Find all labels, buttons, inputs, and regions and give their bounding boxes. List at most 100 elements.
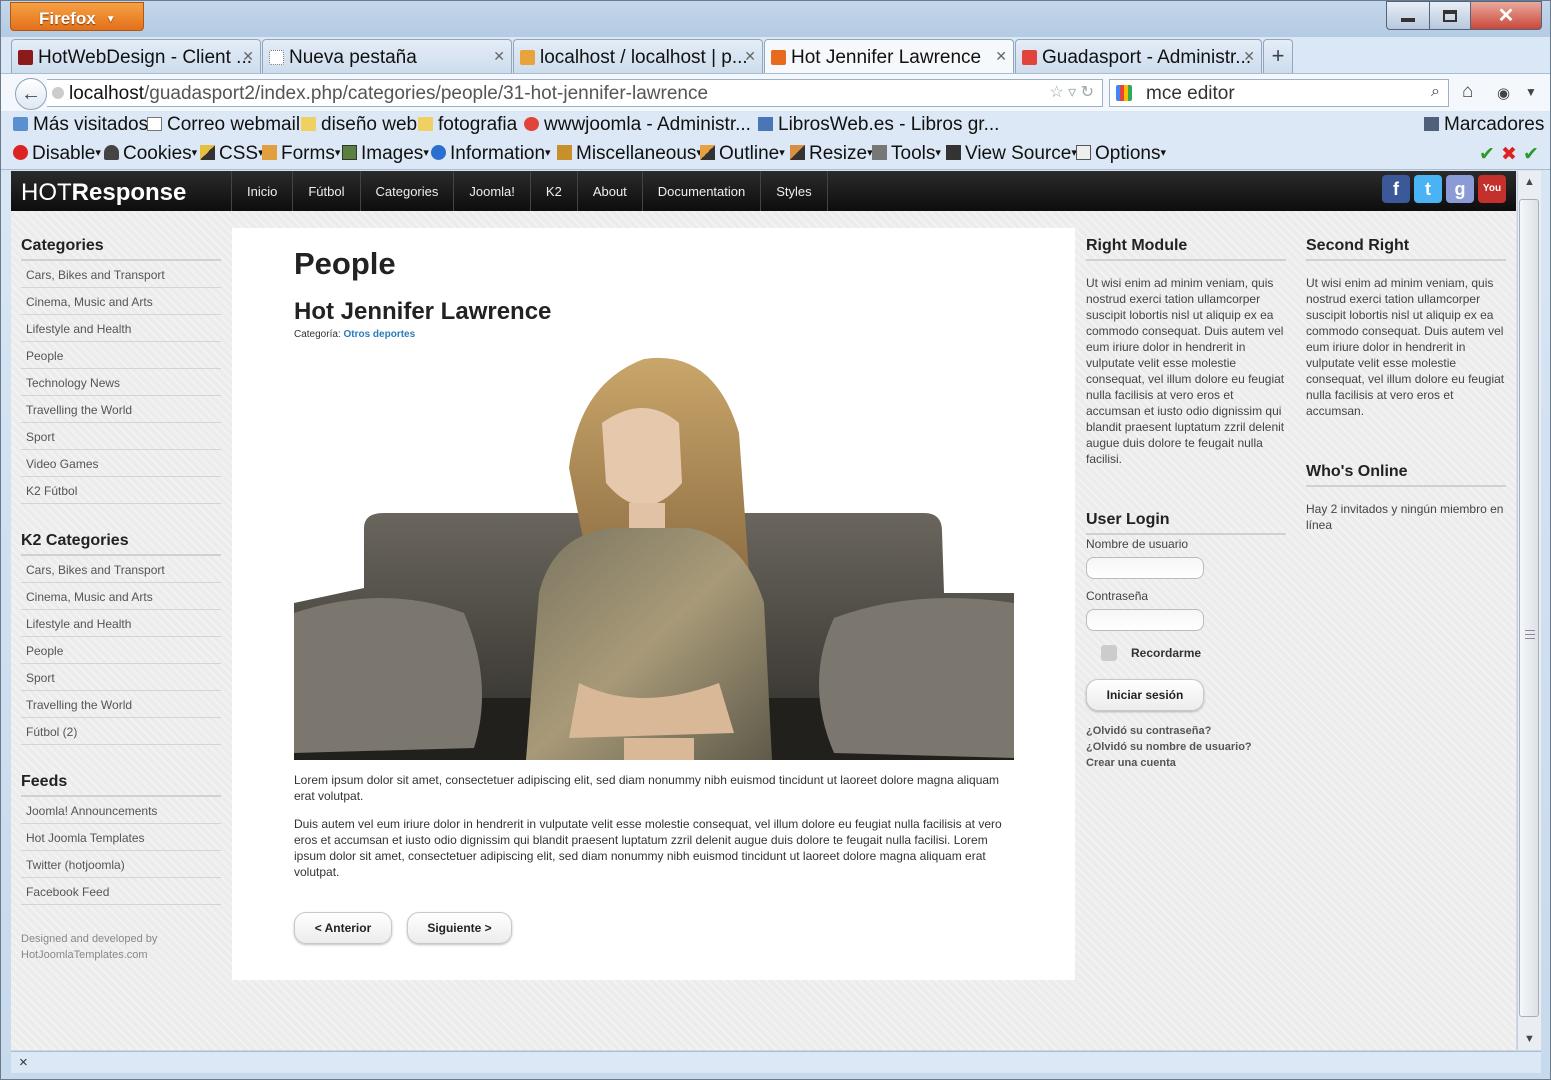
bookmark-star-icon[interactable]: ☆ (1049, 84, 1063, 101)
previous-button[interactable]: < Anterior (294, 912, 392, 944)
list-item[interactable]: Technology News (21, 369, 221, 396)
list-item[interactable]: Lifestyle and Health (21, 610, 221, 637)
menu-item-futbol[interactable]: Fútbol (293, 171, 361, 211)
list-item[interactable]: Sport (21, 423, 221, 450)
tab-nueva-pestana[interactable]: Nueva pestaña ✕ (262, 39, 512, 73)
menu-item-inicio[interactable]: Inicio (232, 171, 294, 211)
tab-hotwebdesign[interactable]: HotWebDesign - Client ... ✕ (11, 39, 261, 73)
list-item[interactable]: Travelling the World (21, 691, 221, 718)
wd-miscellaneous[interactable]: Miscellaneous▾ (557, 143, 702, 165)
username-field[interactable] (1086, 557, 1204, 579)
remember-checkbox[interactable] (1101, 645, 1117, 661)
menu-dropdown-icon[interactable]: ▼ (1525, 85, 1537, 99)
credit-link[interactable]: HotJoomlaTemplates.com (21, 947, 221, 963)
wd-css[interactable]: CSS▾ (200, 143, 264, 165)
maximize-button[interactable] (1429, 1, 1471, 30)
list-item[interactable]: People (21, 637, 221, 664)
forgot-password-link[interactable]: ¿Olvidó su contraseña? (1086, 723, 1286, 739)
twitter-icon[interactable]: t (1414, 175, 1442, 203)
bookmark-mas-visitados[interactable]: Más visitados (13, 114, 148, 136)
bookmark-wwwjoomla[interactable]: wwwjoomla - Administr... (524, 114, 751, 136)
list-item[interactable]: Cinema, Music and Arts (21, 583, 221, 610)
bookmarks-menu[interactable]: Marcadores (1424, 114, 1544, 136)
home-icon[interactable]: ⌂ (1462, 81, 1473, 103)
facebook-icon[interactable]: f (1382, 175, 1410, 203)
menu-item-styles[interactable]: Styles (761, 171, 828, 211)
tab-close-icon[interactable]: ✕ (744, 48, 756, 65)
vertical-scrollbar[interactable]: ▲ ▼ (1517, 171, 1541, 1050)
wd-information[interactable]: Information▾ (431, 143, 551, 165)
wd-images[interactable]: Images▾ (342, 143, 429, 165)
create-account-link[interactable]: Crear una cuenta (1086, 755, 1286, 771)
tab-guadasport-admin[interactable]: Guadasport - Administr... ✕ (1015, 39, 1262, 73)
wd-options[interactable]: Options▾ (1076, 143, 1166, 165)
menu-item-joomla[interactable]: Joomla! (454, 171, 531, 211)
history-dropdown-icon[interactable]: ▿ (1068, 84, 1076, 101)
bookmark-fotografia[interactable]: fotografia (418, 114, 517, 136)
search-box[interactable]: mce editor ⌕ (1109, 79, 1449, 107)
youtube-icon[interactable]: You (1478, 175, 1506, 203)
article-title[interactable]: Hot Jennifer Lawrence (294, 298, 551, 326)
scroll-down-icon[interactable]: ▼ (1518, 1028, 1541, 1050)
search-icon[interactable]: ⌕ (1431, 83, 1440, 101)
bookmark-librosweb[interactable]: LibrosWeb.es - Libros gr... (758, 114, 999, 136)
menu-item-k2[interactable]: K2 (531, 171, 578, 211)
valid-check-icon[interactable]: ✔ (1479, 143, 1495, 166)
menu-item-about[interactable]: About (578, 171, 643, 211)
list-item[interactable]: Video Games (21, 450, 221, 477)
bookmark-correo-webmail[interactable]: Correo webmail (147, 114, 300, 136)
list-item[interactable]: Sport (21, 664, 221, 691)
menu-item-documentation[interactable]: Documentation (643, 171, 762, 211)
list-item[interactable]: Cars, Bikes and Transport (21, 261, 221, 288)
category-link[interactable]: Otros deportes (343, 329, 415, 340)
tab-close-icon[interactable]: ✕ (242, 48, 254, 65)
password-field[interactable] (1086, 609, 1204, 631)
scroll-thumb[interactable] (1519, 199, 1539, 1017)
outline-pencil-icon (700, 145, 715, 160)
next-button[interactable]: Siguiente > (407, 912, 512, 944)
wd-cookies[interactable]: Cookies▾ (104, 143, 197, 165)
close-window-button[interactable]: ✕ (1470, 1, 1542, 30)
wd-view-source[interactable]: View Source▾ (946, 143, 1077, 165)
wd-tools[interactable]: Tools▾ (872, 143, 941, 165)
tab-hot-jennifer-lawrence[interactable]: Hot Jennifer Lawrence ✕ (764, 39, 1014, 74)
list-item[interactable]: Twitter (hotjoomla) (21, 851, 221, 878)
tab-close-icon[interactable]: ✕ (995, 48, 1007, 65)
list-item[interactable]: Lifestyle and Health (21, 315, 221, 342)
list-item[interactable]: Cars, Bikes and Transport (21, 556, 221, 583)
scroll-up-icon[interactable]: ▲ (1518, 171, 1541, 193)
minimize-button[interactable] (1386, 1, 1430, 30)
forgot-username-link[interactable]: ¿Olvidó su nombre de usuario? (1086, 739, 1286, 755)
page-viewport[interactable]: HOTResponse Inicio Fútbol Categories Joo… (11, 171, 1516, 1050)
close-findbar-icon[interactable]: × (19, 1054, 28, 1071)
list-item[interactable]: Fútbol (2) (21, 718, 221, 745)
list-item[interactable]: K2 Fútbol (21, 477, 221, 504)
new-tab-button[interactable]: + (1263, 39, 1293, 73)
site-logo[interactable]: HOTResponse (21, 179, 186, 207)
list-item[interactable]: Joomla! Announcements (21, 797, 221, 824)
firefox-menu-button[interactable]: Firefox ▼ (10, 2, 144, 31)
back-button[interactable]: ← (15, 78, 47, 110)
wd-forms[interactable]: Forms▾ (262, 143, 340, 165)
bookmark-diseno-web[interactable]: diseño web (301, 114, 417, 136)
google-icon[interactable]: g (1446, 175, 1474, 203)
error-icon[interactable]: ✖ (1501, 143, 1517, 166)
menu-item-categories[interactable]: Categories (361, 171, 455, 211)
list-item[interactable]: Facebook Feed (21, 878, 221, 905)
addon-icon[interactable]: ◉ (1497, 84, 1510, 102)
wd-outline[interactable]: Outline▾ (700, 143, 785, 165)
valid-check-icon[interactable]: ✔ (1523, 143, 1539, 166)
list-item[interactable]: Hot Joomla Templates (21, 824, 221, 851)
mail-icon (147, 117, 162, 131)
wd-disable[interactable]: Disable▾ (13, 143, 101, 165)
login-button[interactable]: Iniciar sesión (1086, 679, 1204, 711)
tab-close-icon[interactable]: ✕ (493, 48, 505, 65)
url-bar[interactable]: localhost/guadasport2/index.php/categori… (47, 79, 1103, 107)
list-item[interactable]: People (21, 342, 221, 369)
reload-icon[interactable]: ↻ (1081, 84, 1094, 101)
list-item[interactable]: Travelling the World (21, 396, 221, 423)
tab-close-icon[interactable]: ✕ (1243, 48, 1255, 65)
list-item[interactable]: Cinema, Music and Arts (21, 288, 221, 315)
wd-resize[interactable]: Resize▾ (790, 143, 873, 165)
tab-phpmyadmin[interactable]: localhost / localhost | p... ✕ (513, 39, 763, 73)
